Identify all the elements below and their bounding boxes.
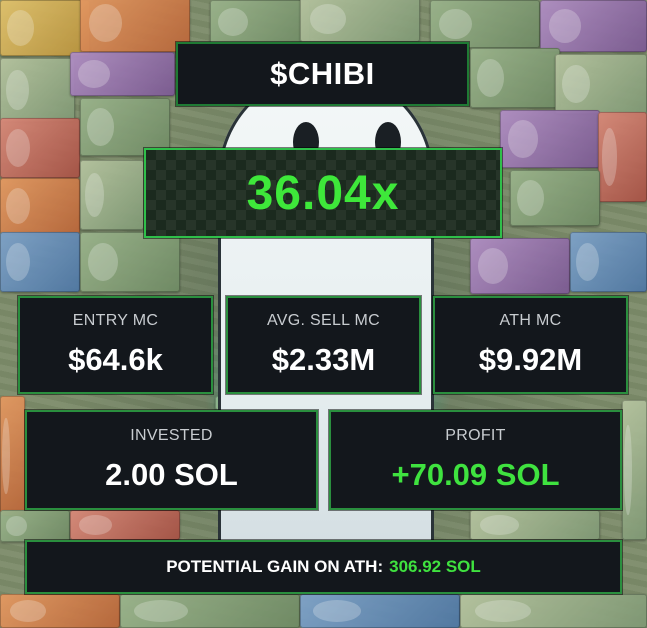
potential-gain-panel: POTENTIAL GAIN ON ATH: 306.92 SOL <box>25 540 622 594</box>
invested-value: 2.00 SOL <box>105 457 238 492</box>
profit-card: PROFIT +70.09 SOL <box>329 410 622 510</box>
avg-sell-mc-label: AVG. SELL MC <box>267 312 380 329</box>
avg-sell-mc-value: $2.33M <box>271 342 376 377</box>
potential-gain-label: POTENTIAL GAIN ON ATH: <box>166 557 384 576</box>
entry-mc-value: $64.6k <box>68 342 163 377</box>
token-ticker: $CHIBI <box>270 56 375 91</box>
avg-sell-mc-card: AVG. SELL MC $2.33M <box>226 296 421 394</box>
multiplier-panel: 36.04x <box>144 148 502 238</box>
profit-value: +70.09 SOL <box>391 457 560 492</box>
potential-gain-value: 306.92 SOL <box>389 557 481 576</box>
profit-label: PROFIT <box>445 427 506 444</box>
entry-mc-label: ENTRY MC <box>72 312 159 329</box>
ath-mc-card: ATH MC $9.92M <box>433 296 628 394</box>
entry-mc-card: ENTRY MC $64.6k <box>18 296 213 394</box>
ath-mc-value: $9.92M <box>478 342 583 377</box>
invested-label: INVESTED <box>130 427 213 444</box>
ath-mc-label: ATH MC <box>499 312 562 329</box>
multiplier-value: 36.04x <box>246 166 400 220</box>
invested-card: INVESTED 2.00 SOL <box>25 410 318 510</box>
token-title-panel: $CHIBI <box>176 42 469 106</box>
